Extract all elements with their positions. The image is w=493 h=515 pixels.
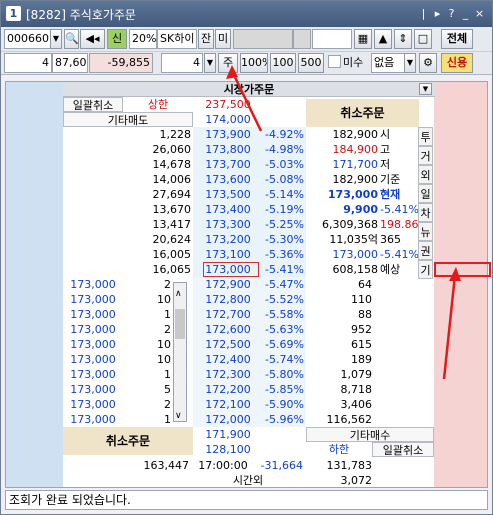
annotation-arrow: [442, 274, 457, 380]
arrowhead: [449, 267, 461, 281]
status-bar: 조회가 완료 되었습니다.: [5, 490, 488, 510]
window: 1 [8282] 주식호가주문 | ▸ ? _ × 000660 ▼ 🔍 ◀◂ …: [0, 0, 493, 515]
annotation-arrow: [230, 70, 263, 132]
annotation-arrows: [226, 65, 461, 380]
arrowhead: [226, 65, 238, 79]
